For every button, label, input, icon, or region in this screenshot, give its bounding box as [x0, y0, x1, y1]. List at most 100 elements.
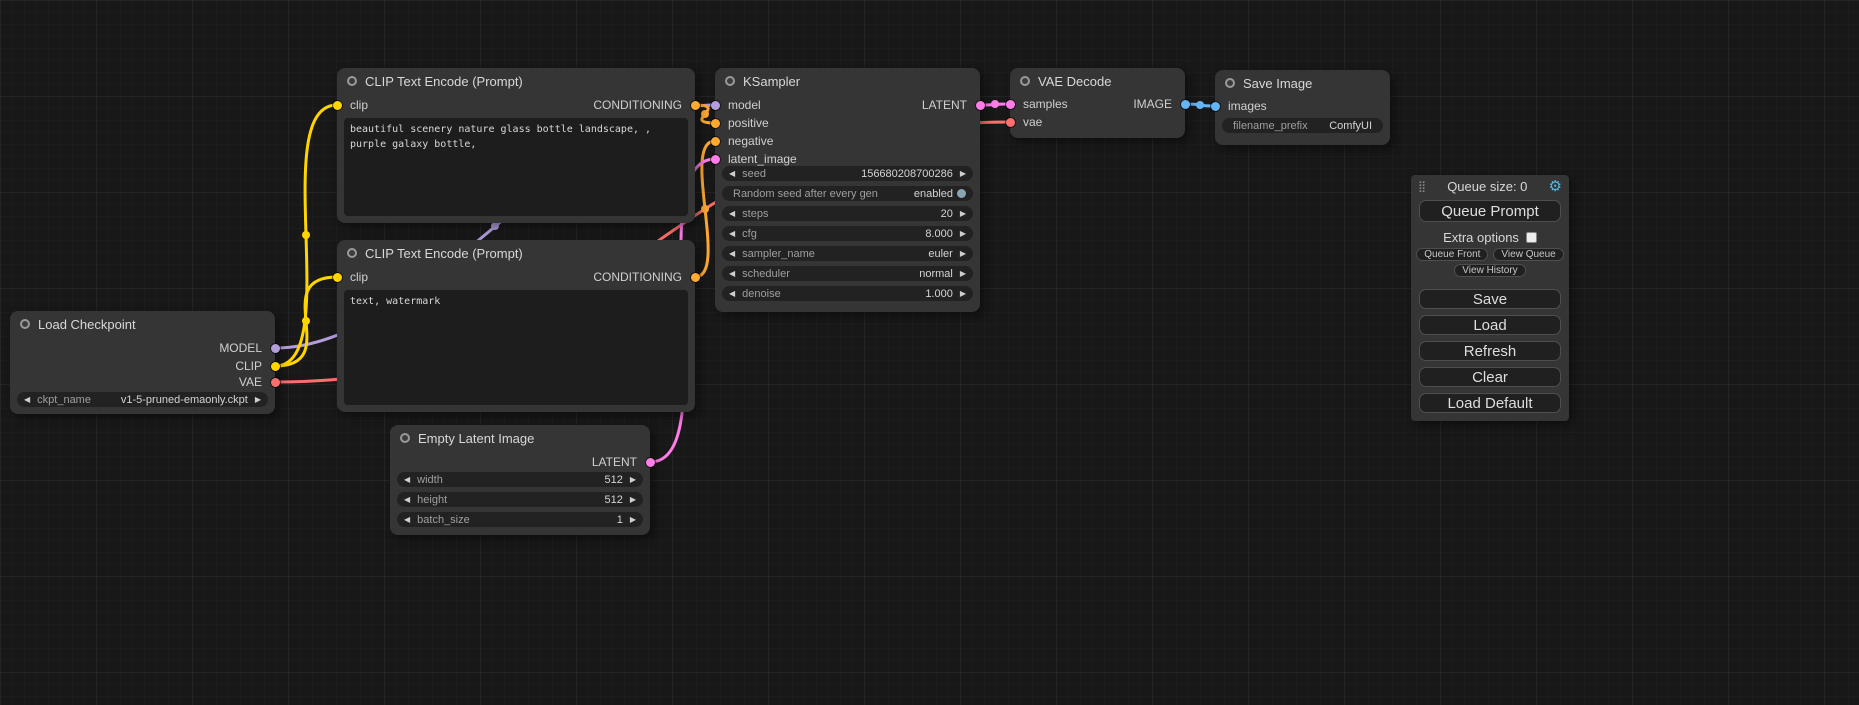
decrement-arrow-icon[interactable]: ◀	[404, 516, 410, 524]
settings-gear-icon[interactable]: ⚙	[1549, 177, 1562, 195]
collapse-dot[interactable]	[1225, 78, 1235, 88]
image-slot-dot[interactable]	[1211, 102, 1220, 111]
node-title-bar[interactable]: Save Image	[1215, 70, 1390, 96]
load-button[interactable]: Load	[1419, 315, 1561, 335]
node-title-bar[interactable]: CLIP Text Encode (Prompt)	[337, 68, 695, 94]
toggle-dot[interactable]	[957, 189, 966, 198]
queue-front-button[interactable]: Queue Front	[1416, 248, 1488, 261]
decrement-arrow-icon[interactable]: ◀	[729, 230, 735, 238]
prompt-textarea[interactable]: text, watermark	[344, 290, 688, 405]
widget-seed[interactable]: ◀ seed 156680208700286 ▶	[722, 166, 973, 181]
collapse-dot[interactable]	[400, 433, 410, 443]
node-ksampler[interactable]: KSampler model LATENT positive negative …	[715, 68, 980, 312]
decrement-arrow-icon[interactable]: ◀	[404, 496, 410, 504]
view-history-row: View History	[1411, 264, 1569, 277]
widget-filename-prefix[interactable]: filename_prefix ComfyUI	[1222, 118, 1383, 133]
view-queue-button[interactable]: View Queue	[1493, 248, 1563, 261]
view-history-button[interactable]: View History	[1454, 264, 1525, 277]
widget-scheduler[interactable]: ◀ scheduler normal ▶	[722, 266, 973, 281]
decrement-arrow-icon[interactable]: ◀	[729, 170, 735, 178]
widget-cfg[interactable]: ◀ cfg 8.000 ▶	[722, 226, 973, 241]
clear-button[interactable]: Clear	[1419, 367, 1561, 387]
node-empty-latent-image[interactable]: Empty Latent Image LATENT ◀ width 512 ▶ …	[390, 425, 650, 535]
slot-label: LATENT	[922, 98, 967, 112]
widget-batch-size[interactable]: ◀ batch_size 1 ▶	[397, 512, 643, 527]
drag-handle-icon[interactable]: ⣿	[1418, 180, 1426, 193]
node-vae-decode[interactable]: VAE Decode samples IMAGE vae	[1010, 68, 1185, 138]
latent-slot-dot[interactable]	[711, 155, 720, 164]
decrement-arrow-icon[interactable]: ◀	[24, 396, 30, 404]
node-save-image[interactable]: Save Image images filename_prefix ComfyU…	[1215, 70, 1390, 145]
node-load-checkpoint[interactable]: Load Checkpoint MODEL CLIP VAE ◀ ckpt_na…	[10, 311, 275, 414]
output-slot-clip: CLIP	[10, 358, 275, 374]
increment-arrow-icon[interactable]: ▶	[960, 270, 966, 278]
conditioning-slot-dot[interactable]	[711, 119, 720, 128]
collapse-dot[interactable]	[347, 76, 357, 86]
load-default-button[interactable]: Load Default	[1419, 393, 1561, 413]
widget-value: euler	[928, 248, 952, 260]
decrement-arrow-icon[interactable]: ◀	[729, 250, 735, 258]
collapse-dot[interactable]	[347, 248, 357, 258]
refresh-button[interactable]: Refresh	[1419, 341, 1561, 361]
widget-width[interactable]: ◀ width 512 ▶	[397, 472, 643, 487]
widget-steps[interactable]: ◀ steps 20 ▶	[722, 206, 973, 221]
latent-slot-dot[interactable]	[646, 458, 655, 467]
widget-height[interactable]: ◀ height 512 ▶	[397, 492, 643, 507]
node-clip-text-encode-negative[interactable]: CLIP Text Encode (Prompt) clip CONDITION…	[337, 240, 695, 412]
prompt-textarea[interactable]: beautiful scenery nature glass bottle la…	[344, 118, 688, 216]
increment-arrow-icon[interactable]: ▶	[630, 496, 636, 504]
node-title-bar[interactable]: KSampler	[715, 68, 980, 94]
node-title-bar[interactable]: CLIP Text Encode (Prompt)	[337, 240, 695, 266]
input-slot-positive: positive	[715, 115, 980, 131]
collapse-dot[interactable]	[20, 319, 30, 329]
latent-slot-dot[interactable]	[976, 101, 985, 110]
increment-arrow-icon[interactable]: ▶	[630, 476, 636, 484]
clip-slot-dot[interactable]	[271, 362, 280, 371]
conditioning-slot-dot[interactable]	[711, 137, 720, 146]
collapse-dot[interactable]	[1020, 76, 1030, 86]
collapse-dot[interactable]	[725, 76, 735, 86]
queue-panel-header: ⣿ Queue size: 0 ⚙	[1411, 175, 1569, 197]
increment-arrow-icon[interactable]: ▶	[255, 396, 261, 404]
increment-arrow-icon[interactable]: ▶	[960, 230, 966, 238]
queue-prompt-button[interactable]: Queue Prompt	[1419, 200, 1561, 222]
slot-label: LATENT	[592, 455, 637, 469]
model-slot-dot[interactable]	[271, 344, 280, 353]
widget-denoise[interactable]: ◀ denoise 1.000 ▶	[722, 286, 973, 301]
widget-random-seed-toggle[interactable]: Random seed after every gen enabled	[722, 186, 973, 201]
extra-options-checkbox[interactable]	[1526, 232, 1537, 243]
decrement-arrow-icon[interactable]: ◀	[404, 476, 410, 484]
widget-value: 20	[941, 208, 953, 220]
node-clip-text-encode-positive[interactable]: CLIP Text Encode (Prompt) clip CONDITION…	[337, 68, 695, 223]
conditioning-slot-dot[interactable]	[691, 273, 700, 282]
vae-slot-dot[interactable]	[271, 378, 280, 387]
model-slot-dot[interactable]	[711, 101, 720, 110]
link-midpoint-dot	[302, 317, 310, 325]
input-slot-vae: vae	[1010, 114, 1185, 130]
conditioning-slot-dot[interactable]	[691, 101, 700, 110]
node-title-bar[interactable]: Empty Latent Image	[390, 425, 650, 451]
output-slot-model: MODEL	[10, 340, 275, 356]
increment-arrow-icon[interactable]: ▶	[960, 210, 966, 218]
widget-name: scheduler	[742, 268, 790, 280]
vae-slot-dot[interactable]	[1006, 118, 1015, 127]
decrement-arrow-icon[interactable]: ◀	[729, 210, 735, 218]
widget-sampler-name[interactable]: ◀ sampler_name euler ▶	[722, 246, 973, 261]
increment-arrow-icon[interactable]: ▶	[630, 516, 636, 524]
image-slot-dot[interactable]	[1181, 100, 1190, 109]
comfyui-canvas[interactable]: { "icons": { "left_arrow": "◀", "right_a…	[0, 0, 1859, 705]
increment-arrow-icon[interactable]: ▶	[960, 170, 966, 178]
widget-ckpt-name[interactable]: ◀ ckpt_name v1-5-pruned-emaonly.ckpt ▶	[17, 392, 268, 407]
save-button[interactable]: Save	[1419, 289, 1561, 309]
decrement-arrow-icon[interactable]: ◀	[729, 270, 735, 278]
latent-slot-dot[interactable]	[1006, 100, 1015, 109]
widget-value: 512	[604, 474, 622, 486]
node-title-bar[interactable]: Load Checkpoint	[10, 311, 275, 337]
link-midpoint-dot	[1196, 101, 1204, 109]
extra-options-row: Extra options	[1411, 230, 1569, 244]
increment-arrow-icon[interactable]: ▶	[960, 250, 966, 258]
decrement-arrow-icon[interactable]: ◀	[729, 290, 735, 298]
output-slot-conditioning: CONDITIONING	[337, 97, 695, 113]
increment-arrow-icon[interactable]: ▶	[960, 290, 966, 298]
node-title-bar[interactable]: VAE Decode	[1010, 68, 1185, 94]
